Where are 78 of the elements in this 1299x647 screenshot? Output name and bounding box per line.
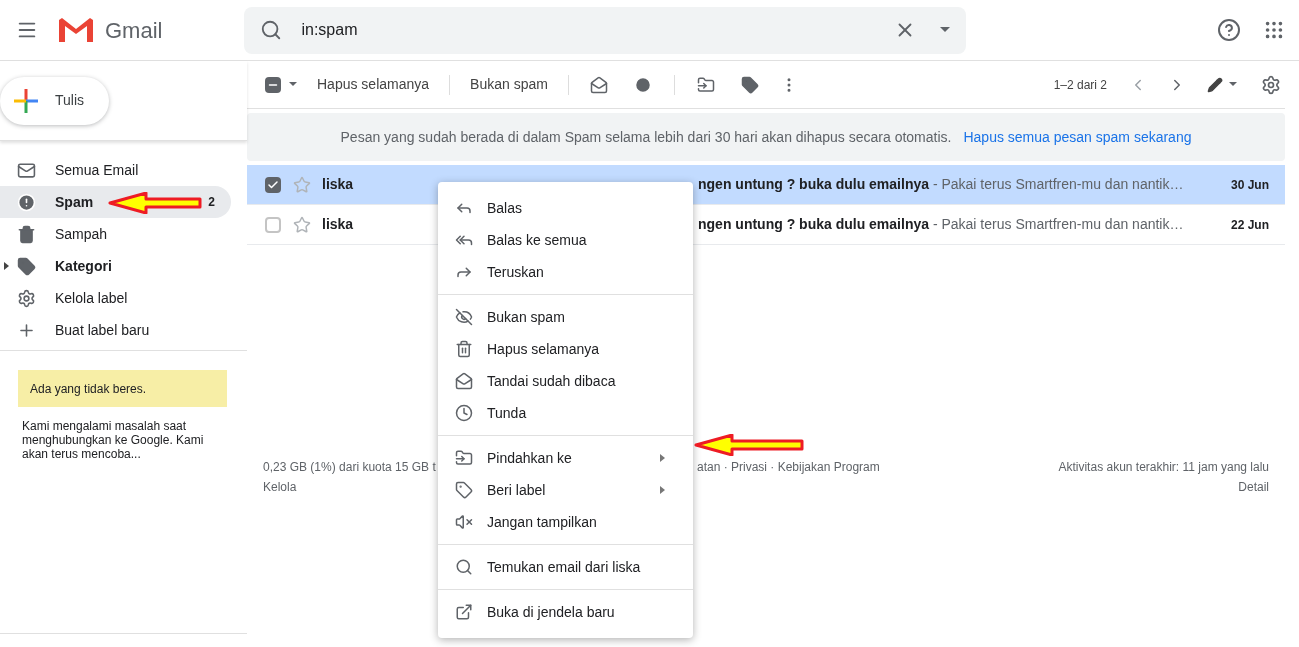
select-all-checkbox[interactable] bbox=[265, 76, 281, 93]
compose-button[interactable]: Tulis bbox=[0, 76, 109, 125]
apps-icon[interactable] bbox=[1263, 19, 1285, 41]
label-icon[interactable] bbox=[740, 75, 759, 94]
submenu-arrow-icon bbox=[660, 454, 665, 462]
alert-icon bbox=[17, 192, 36, 212]
sidebar-item[interactable]: Buat label baru bbox=[0, 314, 231, 346]
menu-item[interactable]: Pindahkan ke bbox=[438, 442, 693, 474]
sender-name: liska bbox=[322, 175, 355, 194]
menu-item[interactable]: Jangan tampilkan bbox=[438, 506, 693, 538]
open-envelope-icon[interactable] bbox=[589, 75, 608, 94]
help-icon[interactable] bbox=[1217, 18, 1241, 42]
sidebar-item[interactable]: Kategori bbox=[0, 250, 231, 282]
trash-icon bbox=[17, 224, 36, 244]
sidebar-item[interactable]: Sampah bbox=[0, 218, 231, 250]
sidebar-label: Semua Email bbox=[55, 160, 139, 180]
sidebar-label: Spam bbox=[55, 192, 94, 212]
menu-item[interactable]: Tandai sudah dibaca bbox=[438, 365, 693, 397]
email-date: 22 Jun bbox=[1230, 216, 1270, 234]
unread-count: 2 bbox=[208, 194, 215, 211]
menu-item[interactable]: Beri label bbox=[438, 474, 693, 506]
caret-icon[interactable] bbox=[1229, 82, 1237, 87]
details-link[interactable]: Detail bbox=[1238, 477, 1269, 497]
toolbar-button[interactable]: Hapus selamanya bbox=[297, 66, 450, 103]
label-icon bbox=[455, 481, 473, 499]
sidebar-item[interactable]: Semua Email bbox=[0, 154, 231, 186]
star-icon[interactable] bbox=[293, 215, 311, 234]
expand-arrow-icon[interactable] bbox=[4, 262, 9, 270]
menu-item[interactable]: Temukan email dari liska bbox=[438, 551, 693, 583]
spam-notice: Pesan yang sudah berada di dalam Spam selama lebih dari 30 hari akan dihapus secara otomatis. bbox=[340, 127, 952, 147]
folder-arrow-icon[interactable] bbox=[696, 75, 715, 94]
sidebar-item[interactable]: Kelola label bbox=[0, 282, 231, 314]
menu-item[interactable]: Bukan spam bbox=[438, 301, 693, 333]
row-checkbox[interactable] bbox=[265, 176, 281, 193]
submenu-arrow-icon bbox=[660, 486, 665, 494]
toolbar-button[interactable]: Bukan spam bbox=[450, 66, 568, 103]
external-link-icon bbox=[455, 603, 473, 621]
envelope-icon bbox=[17, 160, 36, 180]
caret-icon[interactable] bbox=[289, 82, 297, 87]
row-checkbox[interactable] bbox=[265, 216, 281, 233]
search-icon[interactable] bbox=[260, 19, 283, 41]
open-envelope-icon bbox=[455, 372, 473, 390]
pagination-text: 1–2 dari 2 bbox=[1053, 76, 1107, 94]
trash-icon bbox=[455, 340, 473, 358]
manage-link[interactable]: Kelola bbox=[263, 477, 297, 497]
last-activity: Aktivitas akun terakhir: 11 jam yang lalu bbox=[1058, 459, 1269, 476]
search-icon bbox=[455, 558, 473, 576]
pencil-icon[interactable] bbox=[1207, 76, 1223, 93]
footer-links: atan · Privasi · Kebijakan Program bbox=[697, 459, 880, 476]
label-icon bbox=[17, 256, 36, 276]
settings-icon[interactable] bbox=[1261, 74, 1281, 95]
plus-icon bbox=[14, 88, 38, 113]
settings-icon bbox=[17, 288, 36, 308]
crossed-eye-icon bbox=[455, 308, 473, 326]
error-message: Kami mengalami masalah saat menghubungkan ke Google. Kami akan terus mencoba... bbox=[22, 419, 205, 461]
email-date: 30 Jun bbox=[1230, 176, 1270, 194]
delete-all-spam-link[interactable]: Hapus semua pesan spam sekarang bbox=[963, 126, 1192, 148]
menu-item[interactable]: Buka di jendela baru bbox=[438, 596, 693, 628]
storage-usage: 0,23 GB (1%) dari kuota 15 GB t bbox=[263, 459, 436, 476]
app-name: Gmail bbox=[105, 16, 163, 45]
menu-item[interactable]: Teruskan bbox=[438, 256, 693, 288]
sidebar-label: Kategori bbox=[55, 256, 112, 276]
menu-item[interactable]: Tunda bbox=[438, 397, 693, 429]
check-icon bbox=[267, 178, 279, 191]
search-field[interactable]: in:spam bbox=[244, 6, 967, 54]
sidebar-label: Kelola label bbox=[55, 288, 128, 308]
sender-name: liska bbox=[322, 215, 355, 234]
caret-icon[interactable] bbox=[940, 27, 951, 33]
menu-item[interactable]: Hapus selamanya bbox=[438, 333, 693, 365]
gmail-logo-icon bbox=[57, 16, 95, 44]
folder-arrow-icon bbox=[455, 449, 473, 467]
email-preview: ngen untung ? buka dulu emailnya - Pakai terus Smartfren-mu dan nantik… bbox=[698, 175, 1185, 194]
muted-speaker-icon bbox=[455, 513, 473, 531]
star-icon[interactable] bbox=[293, 175, 311, 194]
sidebar-label: Sampah bbox=[55, 224, 108, 244]
sidebar-label: Buat label baru bbox=[55, 320, 150, 340]
warning-box: Ada yang tidak beres. bbox=[18, 370, 227, 407]
email-preview: ngen untung ? buka dulu emailnya - Pakai terus Smartfren-mu dan nantik… bbox=[698, 215, 1185, 234]
